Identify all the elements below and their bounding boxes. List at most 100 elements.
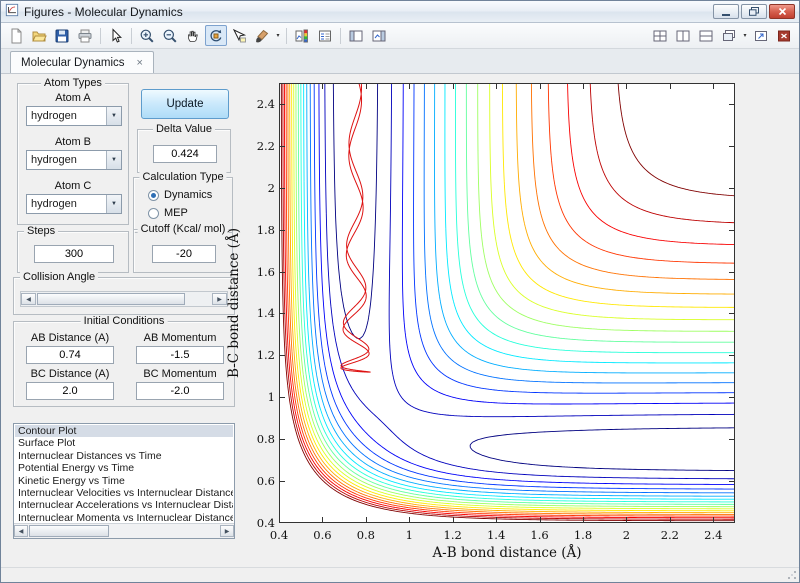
undock-icon[interactable] xyxy=(750,25,772,46)
y-tick-label: 2 xyxy=(241,181,275,195)
steps-title: Steps xyxy=(24,225,58,237)
x-tick-label: 0.8 xyxy=(346,528,386,542)
resize-grip-icon[interactable] xyxy=(786,569,797,580)
y-tick-label: 0.6 xyxy=(241,474,275,488)
brush-icon[interactable] xyxy=(251,25,273,46)
radio-mep-label: MEP xyxy=(164,207,188,219)
close-button[interactable] xyxy=(769,4,795,19)
radio-mep[interactable] xyxy=(148,208,159,219)
show-plot-tools-icon[interactable] xyxy=(368,25,390,46)
list-item[interactable]: Internuclear Accelerations vs Internucle… xyxy=(15,499,233,511)
list-item[interactable]: Surface Plot xyxy=(15,437,233,449)
list-item[interactable]: Internuclear Momenta vs Internuclear Dis… xyxy=(15,512,233,522)
print-icon[interactable] xyxy=(74,25,96,46)
x-tick-label: 2 xyxy=(606,528,646,542)
atom-c-value: hydrogen xyxy=(27,195,106,213)
initial-conditions-group: Initial Conditions AB Distance (A) AB Mo… xyxy=(13,321,235,407)
collision-angle-slider[interactable]: ◀ ▶ xyxy=(20,291,228,307)
hscroll-thumb[interactable] xyxy=(29,525,109,537)
list-item[interactable]: Internuclear Velocities vs Internuclear … xyxy=(15,487,233,499)
delta-value-input[interactable] xyxy=(153,145,217,163)
contour-plot-canvas[interactable] xyxy=(279,83,735,523)
y-tick-label: 1.8 xyxy=(241,223,275,237)
slider-left-arrow-icon[interactable]: ◀ xyxy=(21,293,36,305)
atom-a-value: hydrogen xyxy=(27,107,106,125)
x-tick-label: 2.4 xyxy=(693,528,733,542)
hscroll-right-arrow-icon[interactable]: ▶ xyxy=(220,525,234,537)
edit-plot-icon[interactable] xyxy=(105,25,127,46)
open-file-icon[interactable] xyxy=(28,25,50,46)
window-title: Figures - Molecular Dynamics xyxy=(24,5,183,19)
atom-types-group: Atom Types Atom A hydrogen ▼ Atom B hydr… xyxy=(17,83,129,225)
plot-type-listbox[interactable]: Contour PlotSurface PlotInternuclear Dis… xyxy=(13,423,235,539)
tile-all-icon[interactable] xyxy=(649,25,671,46)
slider-thumb[interactable] xyxy=(37,293,185,305)
steps-group: Steps xyxy=(17,231,129,273)
bc-distance-label: BC Distance (A) xyxy=(20,368,120,380)
minimize-button[interactable] xyxy=(713,4,739,19)
insert-colorbar-icon[interactable] xyxy=(291,25,313,46)
rotate-3d-icon[interactable] xyxy=(205,25,227,46)
bc-momentum-label: BC Momentum xyxy=(130,368,230,380)
bc-distance-input[interactable] xyxy=(26,382,114,400)
y-tick-label: 1.2 xyxy=(241,348,275,362)
initial-conditions-title: Initial Conditions xyxy=(81,315,168,327)
list-item[interactable]: Potential Energy vs Time xyxy=(15,462,233,474)
cutoff-title: Cutoff (Kcal/ mol) xyxy=(138,223,229,235)
zoom-out-icon[interactable] xyxy=(159,25,181,46)
atom-c-dropdown[interactable]: hydrogen ▼ xyxy=(26,194,122,214)
list-item[interactable]: Contour Plot xyxy=(15,425,233,437)
steps-input[interactable] xyxy=(34,245,114,263)
data-cursor-icon[interactable] xyxy=(228,25,250,46)
atom-b-dropdown[interactable]: hydrogen ▼ xyxy=(26,150,122,170)
y-tick-label: 2.2 xyxy=(241,139,275,153)
x-tick-label: 1.2 xyxy=(433,528,473,542)
collision-angle-group: Collision Angle ◀ ▶ xyxy=(13,277,235,315)
list-item[interactable]: Kinetic Energy vs Time xyxy=(15,475,233,487)
tab-molecular-dynamics[interactable]: Molecular Dynamics × xyxy=(10,51,154,73)
titlebar: Figures - Molecular Dynamics xyxy=(1,1,799,23)
figure-content: Atom Types Atom A hydrogen ▼ Atom B hydr… xyxy=(1,75,799,567)
hide-plot-tools-icon[interactable] xyxy=(345,25,367,46)
listbox-hscrollbar[interactable]: ◀ ▶ xyxy=(14,523,234,538)
zoom-in-icon[interactable] xyxy=(136,25,158,46)
y-tick-label: 2.4 xyxy=(241,97,275,111)
y-tick-label: 0.4 xyxy=(241,516,275,530)
save-figure-icon[interactable] xyxy=(51,25,73,46)
pan-icon[interactable] xyxy=(182,25,204,46)
new-figure-icon[interactable] xyxy=(5,25,27,46)
bc-momentum-input[interactable] xyxy=(136,382,224,400)
x-tick-label: 1.4 xyxy=(476,528,516,542)
atom-types-title: Atom Types xyxy=(41,77,105,89)
dock-menu-icon[interactable]: ▾ xyxy=(741,32,749,39)
ab-momentum-input[interactable] xyxy=(136,346,224,364)
tab-label: Molecular Dynamics xyxy=(21,57,125,69)
ab-distance-input[interactable] xyxy=(26,346,114,364)
delta-value-group: Delta Value xyxy=(137,129,231,173)
x-tick-label: 1.8 xyxy=(563,528,603,542)
atom-a-dropdown[interactable]: hydrogen ▼ xyxy=(26,106,122,126)
restore-button[interactable] xyxy=(741,4,767,19)
cutoff-input[interactable] xyxy=(152,245,216,263)
radio-dynamics[interactable] xyxy=(148,190,159,201)
atom-c-label: Atom C xyxy=(18,180,128,192)
update-button[interactable]: Update xyxy=(141,89,229,119)
figures-window: Figures - Molecular Dynamics ▾ xyxy=(0,0,800,583)
list-item[interactable]: Internuclear Distances vs Time xyxy=(15,450,233,462)
calculation-type-title: Calculation Type xyxy=(139,171,226,183)
chevron-down-icon[interactable]: ▼ xyxy=(106,151,121,169)
hscroll-left-arrow-icon[interactable]: ◀ xyxy=(14,525,28,537)
chevron-down-icon[interactable]: ▼ xyxy=(106,195,121,213)
atom-a-label: Atom A xyxy=(18,92,128,104)
tile-top-bottom-icon[interactable] xyxy=(695,25,717,46)
insert-legend-icon[interactable] xyxy=(314,25,336,46)
float-windows-icon[interactable] xyxy=(718,25,740,46)
tab-close-icon[interactable]: × xyxy=(137,58,143,68)
close-documents-icon[interactable] xyxy=(773,25,795,46)
brush-menu-icon[interactable]: ▾ xyxy=(274,32,282,39)
chevron-down-icon[interactable]: ▼ xyxy=(106,107,121,125)
figure-app-icon xyxy=(5,3,19,20)
status-bar xyxy=(1,567,799,582)
plot-type-list-items: Contour PlotSurface PlotInternuclear Dis… xyxy=(15,425,233,522)
tile-left-right-icon[interactable] xyxy=(672,25,694,46)
